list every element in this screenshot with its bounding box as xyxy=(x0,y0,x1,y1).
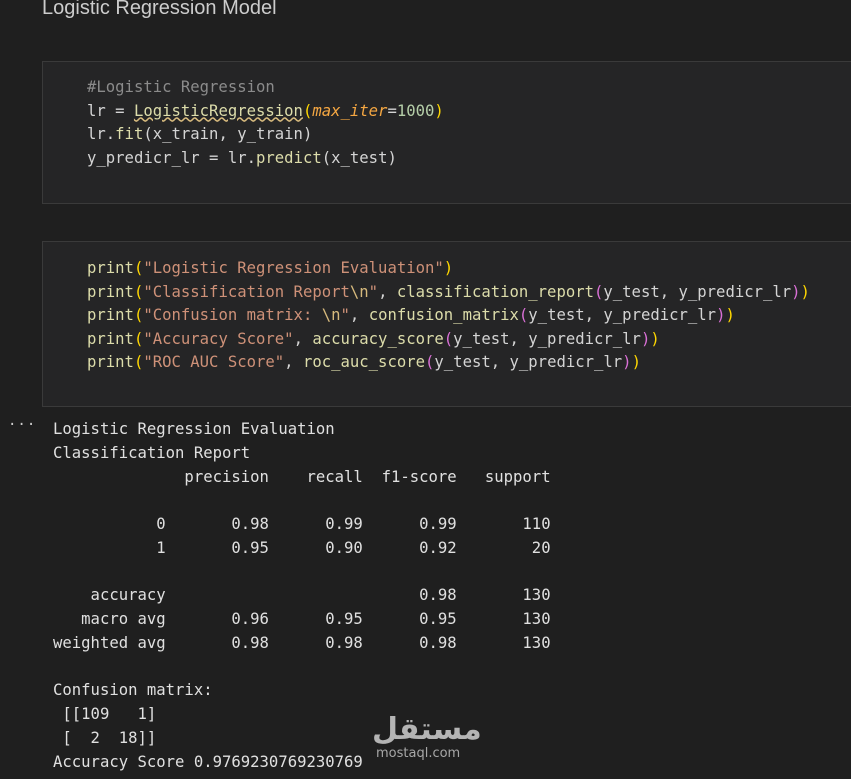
code-string: "Accuracy Score" xyxy=(143,329,294,348)
code-paren: ) xyxy=(791,282,801,301)
code-paren: ) xyxy=(631,353,641,372)
code-line: print("Logistic Regression Evaluation") xyxy=(87,257,810,281)
code-string: " xyxy=(368,282,379,301)
code-paren: ) xyxy=(622,353,632,372)
code-paren: ) xyxy=(443,259,454,277)
code-paren: ( xyxy=(133,259,144,277)
output-line: Logistic Regression Evaluation xyxy=(53,420,335,438)
output-line: macro avg 0.96 0.95 0.95 130 xyxy=(53,610,551,628)
code-editor[interactable]: print("Logistic Regression Evaluation") … xyxy=(87,257,810,375)
output-line: weighted avg 0.98 0.98 0.98 130 xyxy=(53,633,551,652)
code-paren: ( xyxy=(133,329,144,348)
code-args: y_test, y_predicr_lr xyxy=(434,353,623,372)
code-cell-model[interactable]: #Logistic Regression lr = LogisticRegres… xyxy=(42,61,851,204)
code-args: y_test, y_predicr_lr xyxy=(528,306,717,325)
code-paren: ( xyxy=(302,101,313,120)
code-string: "Classification Report xyxy=(143,282,350,301)
code-paren: ( xyxy=(133,353,144,372)
code-string: "ROC AUC Score" xyxy=(143,353,285,372)
code-line: print("Classification Report\n", classif… xyxy=(87,281,810,305)
code-paren: ( xyxy=(425,353,435,372)
code-function: print xyxy=(87,306,134,325)
code-paren: ( xyxy=(518,306,529,325)
code-line: print("Confusion matrix: \n", confusion_… xyxy=(87,304,810,328)
output-line: Classification Report xyxy=(53,443,251,462)
output-more-icon[interactable]: ··· xyxy=(8,417,36,433)
code-paren: ) xyxy=(640,329,651,348)
code-paren: ) xyxy=(650,329,660,348)
output-line: 1 0.95 0.90 0.92 20 xyxy=(53,538,551,557)
code-line: lr = LogisticRegression(max_iter=1000) xyxy=(87,100,444,124)
code-paren: ) xyxy=(725,306,735,325)
code-function: print xyxy=(87,353,134,372)
code-function: roc_auc_score xyxy=(302,353,426,372)
code-object: lr. xyxy=(87,125,116,144)
code-operator: = xyxy=(199,148,228,167)
code-function: confusion_matrix xyxy=(368,306,519,325)
code-args: (x_train, y_train) xyxy=(143,125,313,144)
code-operator: , xyxy=(378,282,397,301)
code-object: lr. xyxy=(227,148,257,167)
code-args: y_test, y_predicr_lr xyxy=(453,329,641,348)
code-string: "Confusion matrix: xyxy=(143,306,322,325)
code-operator: , xyxy=(284,353,303,372)
code-line: y_predicr_lr = lr.predict(x_test) xyxy=(87,147,444,171)
code-paren: ) xyxy=(800,282,810,301)
section-heading: Logistic Regression Model xyxy=(42,0,277,19)
output-line: precision recall f1-score support xyxy=(53,467,551,486)
code-line: print("Accuracy Score", accuracy_score(y… xyxy=(87,328,810,352)
code-paren: ( xyxy=(133,306,144,325)
watermark-logo: مستقل mostaql.com xyxy=(372,712,482,767)
code-operator: , xyxy=(293,329,313,348)
code-paren: ) xyxy=(434,101,444,120)
code-string: " xyxy=(340,306,350,325)
code-function: print xyxy=(87,329,134,348)
code-line: print("ROC AUC Score", roc_auc_score(y_t… xyxy=(87,351,810,375)
code-args: y_test, y_predicr_lr xyxy=(603,282,792,301)
code-escape: \n xyxy=(349,282,369,301)
code-string: "Logistic Regression Evaluation" xyxy=(143,259,444,277)
output-line: Confusion matrix: xyxy=(53,681,213,700)
code-escape: \n xyxy=(321,306,341,325)
code-editor[interactable]: #Logistic Regression lr = LogisticRegres… xyxy=(87,76,444,170)
code-function: print xyxy=(87,282,134,301)
code-variable: lr xyxy=(87,101,106,120)
code-cell-evaluation[interactable]: print("Logistic Regression Evaluation") … xyxy=(42,241,851,407)
code-number: 1000 xyxy=(396,101,435,120)
code-function: predict xyxy=(256,148,322,167)
code-paren: ( xyxy=(443,329,454,348)
code-operator: = xyxy=(105,101,134,120)
code-operator: , xyxy=(349,306,369,325)
watermark-latin: mostaql.com xyxy=(376,746,461,761)
code-comment: #Logistic Regression xyxy=(87,78,275,96)
output-line: 0 0.98 0.99 0.99 110 xyxy=(53,515,551,533)
code-args: (x_test) xyxy=(321,148,397,167)
code-function: fit xyxy=(115,125,144,144)
code-function: print xyxy=(87,259,134,277)
code-class: LogisticRegression xyxy=(133,101,303,120)
output-line: accuracy 0.98 130 xyxy=(53,586,551,605)
watermark-arabic: مستقل xyxy=(372,712,482,747)
code-function: classification_report xyxy=(396,282,594,301)
code-line: #Logistic Regression xyxy=(87,76,444,100)
code-paren: ( xyxy=(594,282,604,301)
code-function: accuracy_score xyxy=(312,329,444,348)
code-line: lr.fit(x_train, y_train) xyxy=(87,123,444,147)
code-param: max_iter xyxy=(312,101,388,120)
code-operator: = xyxy=(387,101,397,120)
code-variable: y_predicr_lr xyxy=(87,148,200,167)
code-paren: ( xyxy=(133,282,144,301)
